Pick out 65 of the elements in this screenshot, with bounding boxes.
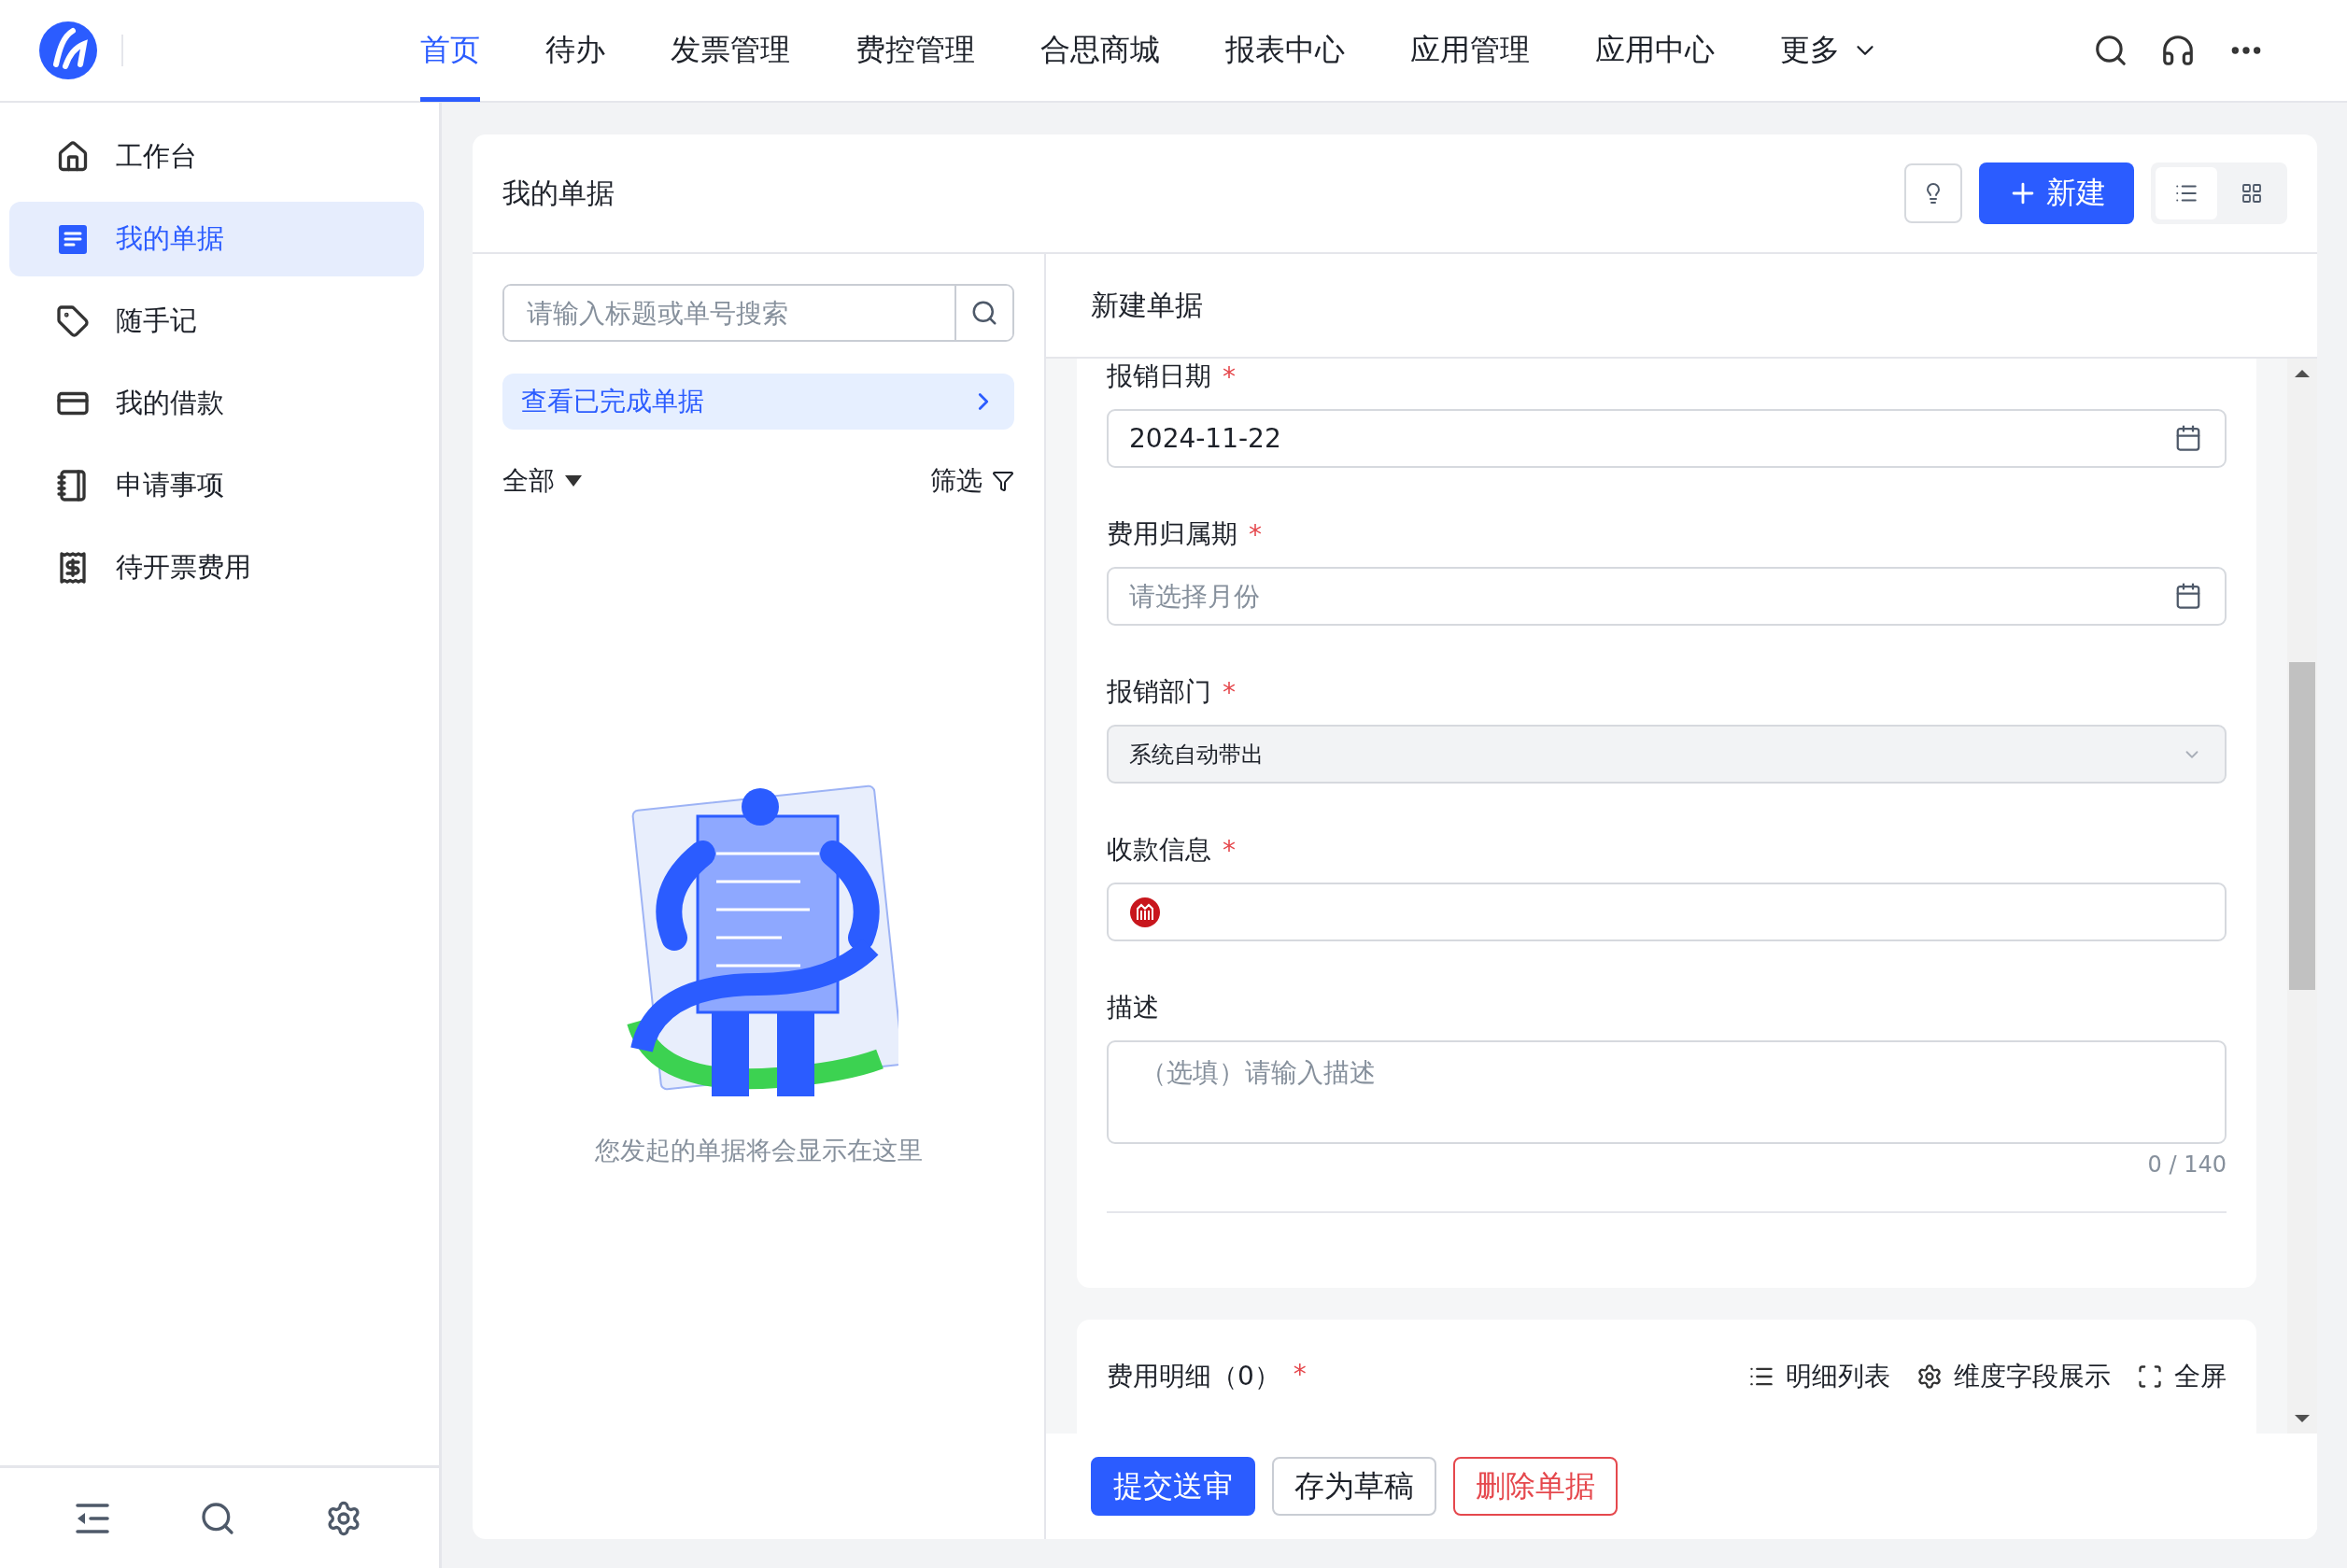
headset-icon[interactable] xyxy=(2160,33,2196,68)
date-field[interactable]: 2024-11-22 xyxy=(1107,409,2227,468)
form-title: 新建单据 xyxy=(1091,287,1203,323)
completed-documents-link[interactable]: 查看已完成单据 xyxy=(502,374,1014,430)
nav-tab[interactable]: 报表中心 xyxy=(1225,0,1345,102)
new-button[interactable]: 新建 xyxy=(1979,162,2134,224)
filter-icon xyxy=(992,470,1014,492)
empty-message: 您发起的单据将会显示在这里 xyxy=(594,1135,923,1166)
settings-icon xyxy=(1916,1363,1943,1390)
calendar-icon xyxy=(2174,424,2202,452)
details-action[interactable]: 维度字段展示 xyxy=(1916,1359,2111,1394)
scrollbar[interactable] xyxy=(2287,359,2317,1434)
collapse-icon[interactable] xyxy=(75,1502,110,1534)
required-mark: * xyxy=(1223,360,1236,392)
search-icon xyxy=(970,299,998,327)
search-button[interactable] xyxy=(954,286,1012,340)
required-mark: * xyxy=(1293,1359,1307,1390)
tip-button[interactable] xyxy=(1904,163,1962,223)
settings-icon[interactable] xyxy=(325,1499,362,1537)
details-action[interactable]: 全屏 xyxy=(2137,1359,2227,1394)
details-action[interactable]: 明细列表 xyxy=(1748,1359,1890,1394)
nav-tab[interactable]: 待办 xyxy=(545,0,605,102)
sidebar-item[interactable]: 申请事项 xyxy=(9,448,424,523)
search-icon[interactable] xyxy=(2093,33,2128,68)
fullscreen-icon xyxy=(2137,1363,2163,1390)
home-icon xyxy=(56,140,90,174)
logo-icon[interactable] xyxy=(37,20,99,81)
required-mark: * xyxy=(1249,518,1262,550)
page-title: 我的单据 xyxy=(502,175,615,211)
nav-tab[interactable]: 费控管理 xyxy=(855,0,975,102)
field-label: 报销部门 xyxy=(1107,675,1211,709)
field-label: 费用归属期 xyxy=(1107,517,1237,551)
tag-icon xyxy=(56,304,90,338)
description-field[interactable]: （选填）请输入描述 xyxy=(1107,1040,2227,1144)
nav-tab[interactable]: 应用中心 xyxy=(1595,0,1715,102)
nav-tab[interactable]: 发票管理 xyxy=(671,0,790,102)
date-field[interactable]: 请选择月份 xyxy=(1107,567,2227,626)
details-title: 费用明细（0） xyxy=(1107,1360,1280,1393)
required-mark: * xyxy=(1223,834,1236,866)
sidebar-item[interactable]: 我的借款 xyxy=(9,366,424,441)
grid-icon xyxy=(2241,182,2263,205)
payee-field[interactable] xyxy=(1107,883,2227,941)
sidebar-item[interactable]: 随手记 xyxy=(9,284,424,359)
nav-tab[interactable]: 合思商城 xyxy=(1040,0,1160,102)
required-mark: * xyxy=(1223,676,1236,708)
filter-button[interactable]: 筛选 xyxy=(930,463,1014,499)
nav-tab[interactable]: 应用管理 xyxy=(1410,0,1530,102)
field-label: 收款信息 xyxy=(1107,833,1211,867)
footer-button[interactable]: 提交送审 xyxy=(1091,1457,1255,1516)
circle-logo-icon xyxy=(1129,896,1161,928)
sidebar-item[interactable]: 工作台 xyxy=(9,120,424,194)
scope-dropdown[interactable]: 全部 xyxy=(502,463,583,499)
field-label: 描述 xyxy=(1107,991,1159,1024)
footer-button[interactable]: 删除单据 xyxy=(1453,1457,1618,1516)
calendar-icon xyxy=(2174,582,2202,610)
character-counter: 0 / 140 xyxy=(2146,1151,2227,1178)
field-label: 报销日期 xyxy=(1107,360,1211,393)
more-menu[interactable]: 更多 xyxy=(1780,0,1879,102)
footer-button[interactable]: 存为草稿 xyxy=(1272,1457,1436,1516)
search-field[interactable]: 请输入标题或单号搜索 xyxy=(502,284,1014,342)
caret-icon xyxy=(564,474,583,487)
select-field[interactable]: 系统自动带出 xyxy=(1107,725,2227,784)
document-icon xyxy=(56,222,90,256)
sidebar-item[interactable]: 待开票费用 xyxy=(9,530,424,605)
sidebar-item[interactable]: 我的单据 xyxy=(9,202,424,276)
